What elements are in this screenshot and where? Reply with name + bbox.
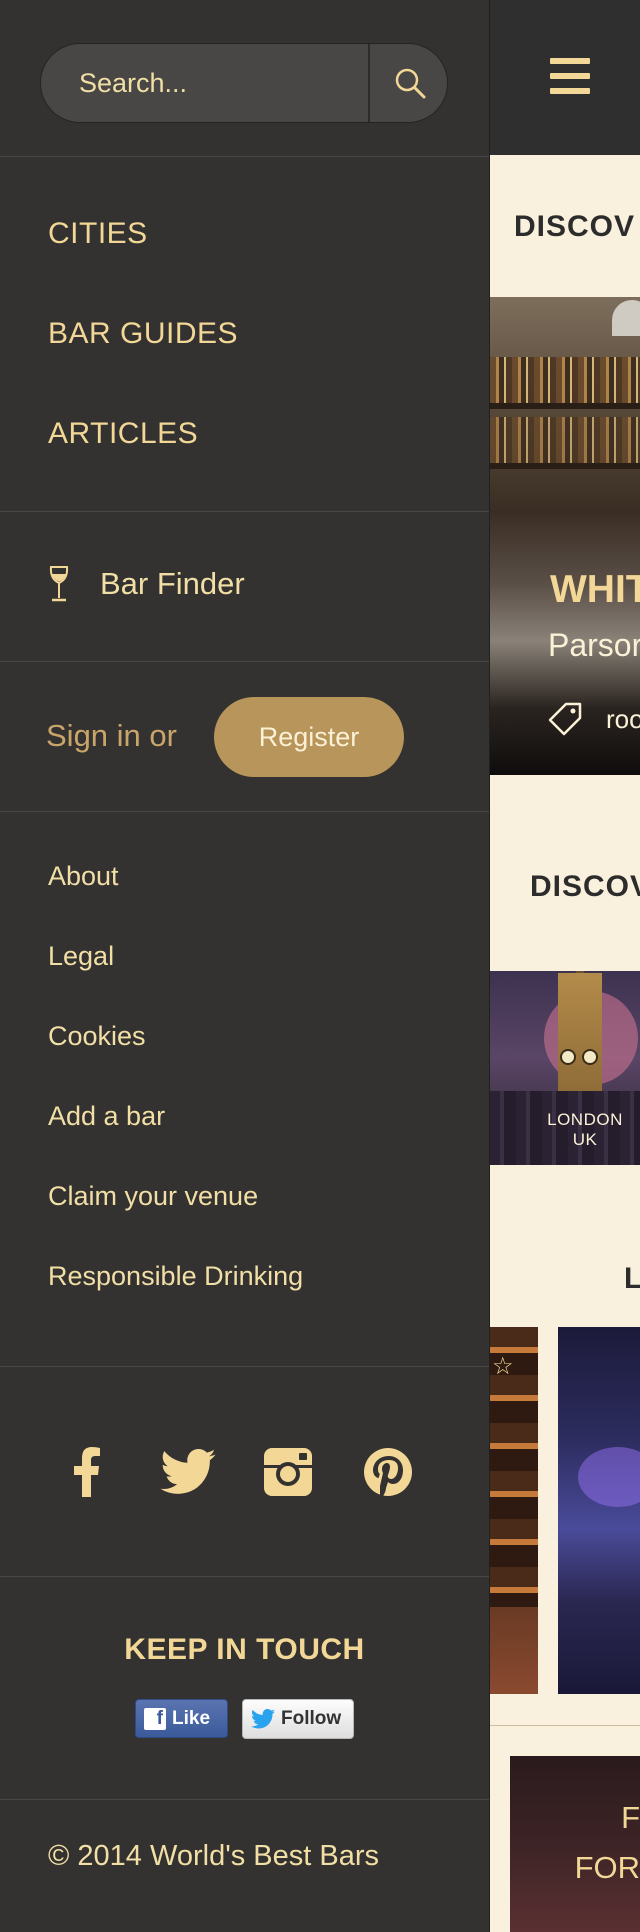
pinterest-link[interactable]: [358, 1442, 418, 1502]
tag-icon: [548, 702, 582, 736]
facebook-icon: f: [144, 1707, 166, 1730]
nav-item-articles[interactable]: ARTICLES: [48, 417, 198, 451]
like-label: Like: [172, 1707, 211, 1729]
promo-banner[interactable]: [510, 1756, 640, 1932]
promo-text-line-2: FOR: [574, 1850, 640, 1885]
divider: [0, 1576, 489, 1577]
divider: [0, 1366, 489, 1367]
divider: [0, 156, 489, 157]
city-card-label: LONDON UK: [530, 1110, 640, 1150]
footer-link-claim-venue[interactable]: Claim your venue: [48, 1181, 258, 1212]
divider: [0, 661, 489, 662]
bar-seating: [490, 1607, 538, 1694]
search-input[interactable]: [41, 44, 368, 122]
search-bar: [40, 43, 448, 123]
bar-card-image[interactable]: [558, 1327, 640, 1694]
bar-lighting: [578, 1447, 640, 1507]
divider: [0, 511, 489, 512]
footer-link-legal[interactable]: Legal: [48, 941, 114, 972]
twitter-bird-icon: [251, 1709, 275, 1729]
star-icon: ☆: [492, 1353, 514, 1380]
keep-in-touch-heading: KEEP IN TOUCH: [124, 1633, 365, 1666]
featured-bar-tag[interactable]: roo: [548, 702, 640, 736]
bar-shelf: [490, 357, 640, 403]
twitter-follow-button[interactable]: Follow: [242, 1699, 354, 1739]
city-country: UK: [572, 1130, 598, 1149]
search-button[interactable]: [370, 44, 447, 122]
section-title-discover-bars: DISCOV: [514, 210, 636, 243]
search-icon: [395, 68, 425, 99]
instagram-icon: [264, 1448, 312, 1496]
instagram-link[interactable]: [258, 1442, 318, 1502]
sidebar-menu: CITIES BAR GUIDES ARTICLES Bar Finder Si…: [0, 0, 489, 1932]
register-button[interactable]: Register: [214, 697, 404, 777]
section-title-discover-cities: DISCOV: [530, 870, 640, 903]
footer-link-cookies[interactable]: Cookies: [48, 1021, 146, 1052]
divider: [0, 811, 489, 812]
pinterest-icon: [364, 1448, 412, 1496]
section-title-latest: L: [624, 1262, 640, 1296]
divider: [490, 1725, 640, 1726]
footer-link-responsible-drinking[interactable]: Responsible Drinking: [48, 1261, 303, 1292]
hamburger-menu-icon[interactable]: [550, 58, 590, 103]
nav-item-cities[interactable]: CITIES: [48, 217, 148, 251]
tag-label: roo: [606, 703, 640, 734]
facebook-icon: [74, 1447, 100, 1497]
featured-bar-name[interactable]: WHIT: [550, 568, 640, 612]
copyright-text: © 2014 World's Best Bars: [48, 1840, 380, 1872]
footer-link-about[interactable]: About: [48, 861, 119, 892]
follow-label: Follow: [281, 1708, 342, 1729]
bar-shelf: [490, 403, 640, 409]
bar-finder-link[interactable]: Bar Finder: [48, 565, 245, 603]
sign-in-link[interactable]: Sign in or: [46, 718, 177, 754]
bar-card-image[interactable]: [490, 1327, 538, 1694]
footer-link-add-a-bar[interactable]: Add a bar: [48, 1101, 165, 1132]
bar-shelf: [490, 417, 640, 463]
twitter-link[interactable]: [158, 1442, 218, 1502]
bar-shelf: [490, 463, 640, 469]
main-content: DISCOV WHIT Parsor roo DISCOV LONDON UK …: [489, 0, 640, 1932]
facebook-link[interactable]: [57, 1442, 117, 1502]
featured-bar-location: Parsor: [548, 627, 640, 663]
twitter-icon: [160, 1449, 216, 1494]
top-bar: [490, 0, 640, 155]
bar-finder-label: Bar Finder: [100, 566, 245, 601]
facebook-like-button[interactable]: f Like: [135, 1699, 228, 1738]
city-name: LONDON: [547, 1110, 623, 1129]
promo-text-line-1: F: [621, 1800, 640, 1835]
divider: [0, 1799, 489, 1800]
nav-item-bar-guides[interactable]: BAR GUIDES: [48, 317, 238, 351]
wine-glass-icon: [49, 566, 69, 602]
clock-face: [560, 1049, 576, 1065]
clock-face: [582, 1049, 598, 1065]
